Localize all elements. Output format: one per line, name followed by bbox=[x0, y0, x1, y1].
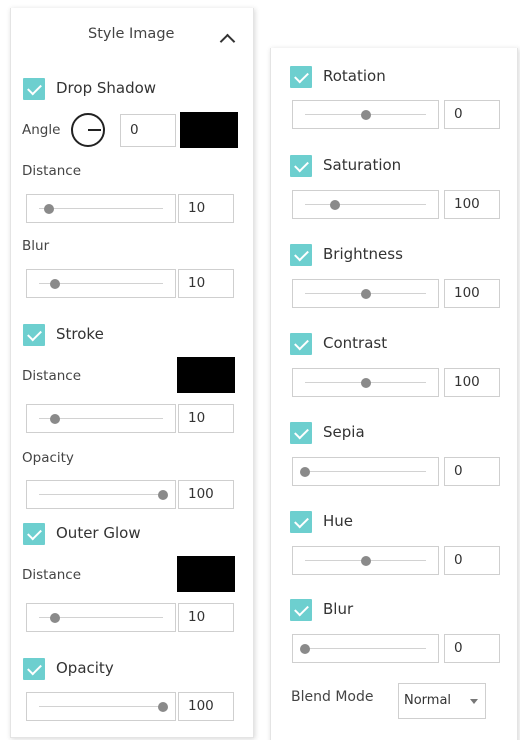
opacity-checkbox[interactable] bbox=[23, 658, 45, 680]
panel-header[interactable]: Style Image bbox=[11, 8, 253, 60]
panel-title: Style Image bbox=[88, 26, 175, 42]
blend-mode-value: Normal bbox=[404, 693, 452, 708]
angle-dial-icon[interactable] bbox=[71, 113, 105, 147]
blur-input[interactable]: 0 bbox=[444, 634, 500, 663]
stroke-checkbox[interactable] bbox=[23, 324, 45, 346]
stroke-label: Stroke bbox=[56, 325, 104, 343]
blur-checkbox[interactable] bbox=[290, 599, 312, 621]
angle-label: Angle bbox=[22, 122, 61, 138]
slider-thumb[interactable] bbox=[50, 414, 61, 424]
stroke-color-swatch[interactable] bbox=[177, 357, 235, 393]
saturation-checkbox[interactable] bbox=[290, 155, 312, 177]
brightness-checkbox[interactable] bbox=[290, 244, 312, 266]
blur-label: Blur bbox=[323, 600, 354, 618]
opacity-slider[interactable] bbox=[26, 692, 176, 721]
style-image-panel: Style Image Drop Shadow Angle 0 Distance… bbox=[10, 8, 254, 738]
slider-thumb[interactable] bbox=[300, 467, 310, 477]
slider-thumb[interactable] bbox=[360, 378, 371, 388]
stroke-distance-label: Distance bbox=[22, 368, 82, 384]
rotation-label: Rotation bbox=[323, 67, 386, 85]
hue-slider[interactable] bbox=[292, 546, 439, 575]
slider-thumb[interactable] bbox=[360, 110, 371, 120]
blend-mode-label: Blend Mode bbox=[291, 689, 374, 705]
brightness-input[interactable]: 100 bbox=[444, 279, 500, 308]
slider-thumb[interactable] bbox=[360, 556, 371, 566]
drop-shadow-distance-slider[interactable] bbox=[26, 194, 176, 223]
stroke-distance-slider[interactable] bbox=[26, 404, 176, 433]
hue-label: Hue bbox=[323, 512, 354, 530]
blend-mode-select[interactable]: Normal bbox=[398, 683, 486, 719]
drop-shadow-color-swatch[interactable] bbox=[180, 112, 238, 148]
stroke-opacity-slider[interactable] bbox=[26, 480, 176, 509]
sepia-checkbox[interactable] bbox=[290, 422, 312, 444]
outer-glow-checkbox[interactable] bbox=[23, 523, 45, 545]
slider-thumb[interactable] bbox=[43, 204, 54, 214]
contrast-slider[interactable] bbox=[292, 368, 439, 397]
blur-slider[interactable] bbox=[292, 634, 439, 663]
stroke-opacity-label: Opacity bbox=[22, 450, 74, 466]
slider-thumb[interactable] bbox=[330, 200, 341, 210]
outer-glow-distance-slider[interactable] bbox=[26, 603, 176, 632]
sepia-label: Sepia bbox=[323, 423, 365, 441]
hue-checkbox[interactable] bbox=[290, 511, 312, 533]
top-right-area bbox=[268, 0, 520, 46]
hue-input[interactable]: 0 bbox=[444, 546, 500, 575]
slider-thumb[interactable] bbox=[158, 490, 168, 500]
image-adjustments-panel: Rotation 0 Saturation 100 Brightness 100… bbox=[270, 48, 518, 740]
chevron-up-icon[interactable] bbox=[219, 33, 236, 50]
brightness-slider[interactable] bbox=[292, 279, 439, 308]
saturation-label: Saturation bbox=[323, 156, 402, 174]
contrast-input[interactable]: 100 bbox=[444, 368, 500, 397]
rotation-slider[interactable] bbox=[292, 100, 439, 129]
opacity-label: Opacity bbox=[56, 659, 114, 677]
contrast-label: Contrast bbox=[323, 334, 388, 352]
slider-thumb[interactable] bbox=[50, 279, 61, 289]
drop-shadow-blur-label: Blur bbox=[22, 238, 50, 254]
slider-thumb[interactable] bbox=[360, 289, 371, 299]
caret-down-icon bbox=[470, 699, 478, 704]
slider-thumb[interactable] bbox=[50, 613, 61, 623]
sepia-slider[interactable] bbox=[292, 457, 439, 486]
outer-glow-label: Outer Glow bbox=[56, 524, 141, 542]
stroke-distance-input[interactable]: 10 bbox=[178, 404, 234, 433]
drop-shadow-blur-input[interactable]: 10 bbox=[178, 269, 234, 298]
angle-input[interactable]: 0 bbox=[120, 114, 176, 147]
contrast-checkbox[interactable] bbox=[290, 333, 312, 355]
outer-glow-distance-input[interactable]: 10 bbox=[178, 603, 234, 632]
drop-shadow-distance-input[interactable]: 10 bbox=[178, 194, 234, 223]
stroke-opacity-input[interactable]: 100 bbox=[178, 480, 234, 509]
rotation-input[interactable]: 0 bbox=[444, 100, 500, 129]
rotation-checkbox[interactable] bbox=[290, 66, 312, 88]
saturation-slider[interactable] bbox=[292, 190, 439, 219]
drop-shadow-label: Drop Shadow bbox=[56, 79, 157, 97]
slider-thumb[interactable] bbox=[300, 644, 310, 654]
brightness-label: Brightness bbox=[323, 245, 403, 263]
drop-shadow-distance-label: Distance bbox=[22, 163, 82, 179]
slider-thumb[interactable] bbox=[158, 702, 168, 712]
drop-shadow-checkbox[interactable] bbox=[23, 78, 45, 100]
sepia-input[interactable]: 0 bbox=[444, 457, 500, 486]
outer-glow-distance-label: Distance bbox=[22, 567, 82, 583]
outer-glow-color-swatch[interactable] bbox=[177, 556, 235, 592]
saturation-input[interactable]: 100 bbox=[444, 190, 500, 219]
opacity-input[interactable]: 100 bbox=[178, 692, 234, 721]
drop-shadow-blur-slider[interactable] bbox=[26, 269, 176, 298]
